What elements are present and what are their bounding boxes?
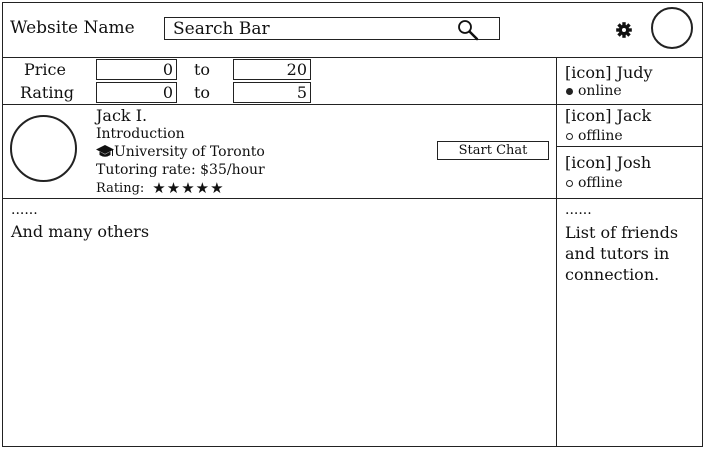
friend-divider-1 bbox=[556, 104, 703, 105]
friend-name-josh[interactable]: [icon] Josh bbox=[565, 153, 651, 172]
friend-name-jack[interactable]: [icon] Jack bbox=[565, 106, 651, 125]
tutor-rating-label: Rating: bbox=[96, 180, 145, 196]
friend-status-josh: offline bbox=[566, 175, 623, 191]
price-to-label: to bbox=[194, 60, 211, 79]
rating-max-input[interactable] bbox=[233, 82, 311, 103]
user-avatar[interactable] bbox=[651, 7, 693, 49]
sidebar-ellipsis: ...... bbox=[565, 202, 592, 218]
sidebar-divider bbox=[556, 57, 557, 447]
online-dot-icon bbox=[566, 87, 573, 95]
rating-to-label: to bbox=[194, 83, 211, 102]
friend-status-text: offline bbox=[578, 128, 623, 144]
offline-dot-icon bbox=[566, 132, 573, 140]
friend-name-judy[interactable]: [icon] Judy bbox=[565, 63, 653, 82]
tutor-university-row: University of Toronto bbox=[96, 144, 265, 160]
price-max-input[interactable] bbox=[233, 59, 311, 80]
sidebar-note: List of friends and tutors in connection… bbox=[565, 223, 679, 284]
site-name[interactable]: Website Name bbox=[10, 18, 135, 38]
tutor-avatar[interactable] bbox=[10, 115, 77, 182]
more-tutors-text: And many others bbox=[11, 222, 150, 241]
start-chat-button[interactable]: Start Chat bbox=[437, 141, 549, 160]
price-min-input[interactable] bbox=[96, 59, 177, 80]
tutor-rate: Tutoring rate: $35/hour bbox=[96, 162, 265, 178]
rating-label: Rating bbox=[19, 83, 75, 102]
star-rating: ★★★★★ bbox=[152, 179, 225, 197]
search-placeholder: Search Bar bbox=[173, 19, 270, 39]
price-label: Price bbox=[24, 60, 66, 79]
tutor-card-divider bbox=[2, 198, 703, 199]
search-icon[interactable] bbox=[457, 19, 479, 41]
tutor-university: University of Toronto bbox=[114, 144, 265, 160]
tutor-name[interactable]: Jack I. bbox=[96, 106, 147, 125]
friend-status-text: offline bbox=[578, 175, 623, 191]
friend-status-jack: offline bbox=[566, 128, 623, 144]
filter-divider bbox=[2, 104, 556, 105]
tutor-intro: Introduction bbox=[96, 126, 185, 142]
rating-min-input[interactable] bbox=[96, 82, 177, 103]
tutor-rating-row: Rating: ★★★★★ bbox=[96, 179, 225, 197]
gear-icon[interactable] bbox=[614, 20, 634, 40]
results-ellipsis: ...... bbox=[11, 202, 38, 218]
friend-divider-2 bbox=[556, 146, 703, 147]
header-divider bbox=[2, 57, 703, 58]
offline-dot-icon bbox=[566, 179, 573, 187]
friend-status-judy: online bbox=[566, 83, 622, 99]
friend-status-text: online bbox=[578, 83, 622, 99]
graduation-cap-icon bbox=[96, 145, 114, 157]
search-bar[interactable]: Search Bar bbox=[164, 17, 500, 41]
